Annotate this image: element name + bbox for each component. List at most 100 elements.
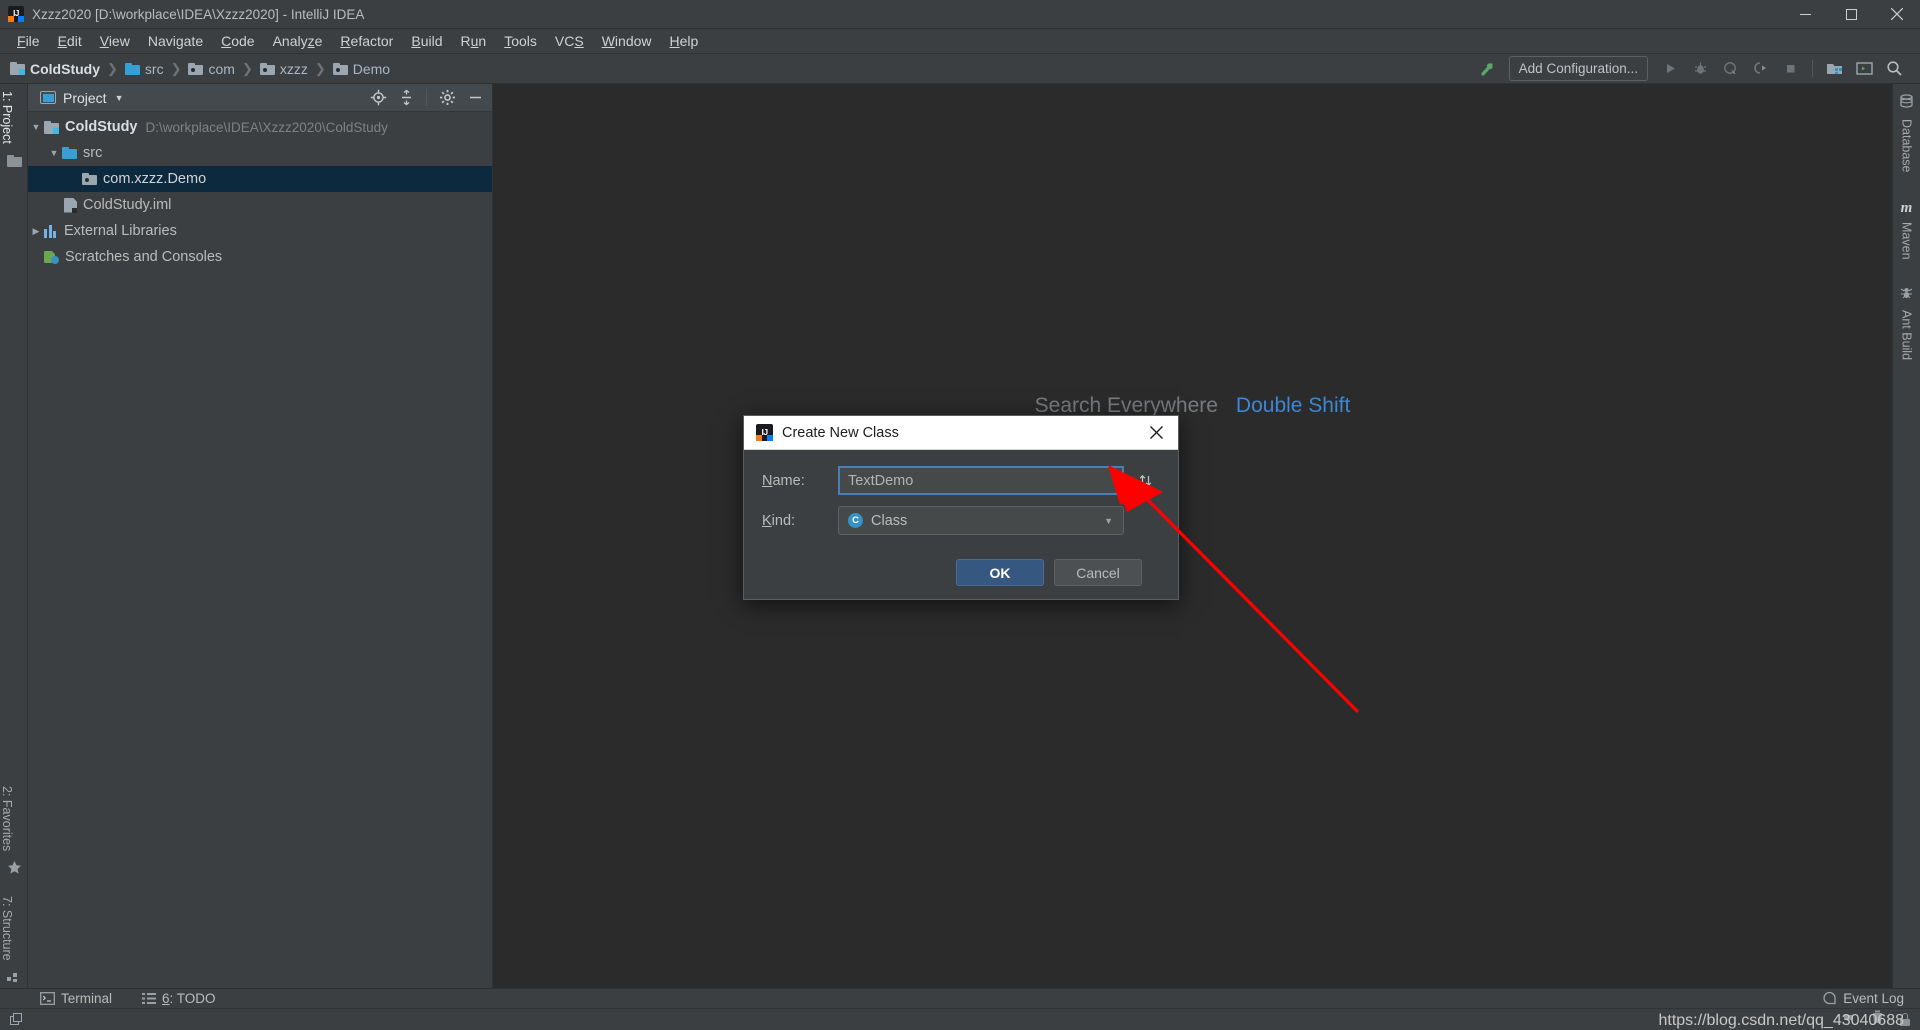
add-configuration-button[interactable]: Add Configuration... — [1508, 56, 1648, 81]
tree-row[interactable]: com.xzzz.Demo — [28, 166, 492, 192]
chevron-right-icon[interactable]: ▶ — [28, 226, 44, 237]
package-folder-icon — [332, 62, 348, 75]
locate-target-icon[interactable] — [365, 85, 391, 111]
left-tool-strip: 1: Project 2: Favorites 7: Structure — [0, 84, 28, 988]
menu-run[interactable]: Run — [452, 31, 496, 51]
scratches-icon — [44, 250, 59, 264]
structure-label: 7: Structure — [0, 896, 14, 961]
hide-panel-icon[interactable] — [462, 85, 488, 111]
close-icon[interactable] — [1134, 416, 1178, 450]
chevron-down-icon[interactable]: ▼ — [115, 93, 124, 103]
window-titlebar: IJ Xzzz2020 [D:\workplace\IDEA\Xzzz2020]… — [0, 0, 1920, 29]
kind-selected-value: Class — [871, 512, 908, 529]
run-with-coverage-icon[interactable] — [1717, 56, 1744, 81]
sidebar-item-maven[interactable]: Maven — [1900, 222, 1914, 260]
menu-analyze[interactable]: Analyze — [264, 31, 332, 51]
navbar-toolbar: Add Configuration... — [1475, 56, 1920, 81]
tree-row[interactable]: Scratches and Consoles — [28, 244, 492, 270]
event-log-button[interactable]: Event Log — [1822, 991, 1920, 1006]
dialog-title: Create New Class — [782, 424, 899, 441]
menu-vcs[interactable]: VCS — [546, 31, 593, 51]
tree-row[interactable]: ▼ src — [28, 140, 492, 166]
tree-item-path-hint: D:\workplace\IDEA\Xzzz2020\ColdStudy — [145, 119, 388, 135]
menu-refactor[interactable]: Refactor — [331, 31, 402, 51]
bottom-item-todo[interactable]: 6: TODO — [142, 991, 216, 1006]
right-tool-strip: Database m Maven Ant Build — [1892, 84, 1920, 988]
intellij-idea-icon: IJ — [756, 424, 773, 441]
breadcrumb-com[interactable]: com — [188, 61, 235, 77]
sidebar-item-favorites[interactable]: 2: Favorites — [0, 779, 14, 858]
profile-icon[interactable] — [1747, 56, 1774, 81]
breadcrumb-demo[interactable]: Demo — [332, 61, 390, 77]
dialog-buttons: OK Cancel — [762, 546, 1160, 586]
sidebar-item-project[interactable]: 1: Project — [0, 84, 14, 151]
status-bar — [0, 1008, 1920, 1030]
build-hammer-icon[interactable] — [1475, 56, 1502, 81]
sidebar-item-ant-build[interactable]: Ant Build — [1900, 310, 1914, 360]
maximize-icon[interactable] — [1828, 0, 1874, 29]
tree-item-label: Scratches and Consoles — [65, 249, 223, 265]
name-field-row: Name: — [762, 466, 1160, 495]
chevron-down-icon[interactable]: ▼ — [28, 122, 44, 132]
project-panel-header: Project ▼ — [28, 84, 492, 112]
editor-background[interactable]: Search Everywhere Double Shift — [493, 84, 1892, 988]
tree-item-label: src — [83, 145, 103, 161]
breadcrumb-xzzz[interactable]: xzzz — [259, 61, 308, 77]
breadcrumb-coldstudy[interactable]: ColdStudy — [10, 61, 100, 77]
bottom-item-terminal[interactable]: Terminal — [40, 991, 112, 1006]
maven-m-icon: m — [1900, 199, 1913, 216]
breadcrumb-separator: ❯ — [314, 60, 326, 76]
collapse-all-icon[interactable] — [393, 85, 419, 111]
todo-list-icon — [142, 993, 157, 1004]
menu-code[interactable]: Code — [212, 31, 263, 51]
settings-gear-icon[interactable] — [434, 85, 460, 111]
sidebar-item-structure[interactable]: 7: Structure — [0, 889, 14, 968]
intellij-idea-icon: IJ — [8, 6, 24, 22]
structure-icon — [0, 968, 28, 984]
event-log-label: Event Log — [1843, 991, 1904, 1006]
menu-build[interactable]: Build — [402, 31, 451, 51]
cancel-button[interactable]: Cancel — [1054, 559, 1142, 586]
tree-row[interactable]: ▼ ColdStudy D:\workplace\IDEA\Xzzz2020\C… — [28, 114, 492, 140]
kind-select[interactable]: C Class ▼ — [838, 506, 1124, 535]
dialog-body: Name: Kind: C Class ▼ OK Cancel — [744, 450, 1178, 586]
name-input[interactable] — [838, 466, 1124, 495]
menu-window[interactable]: Window — [593, 31, 661, 51]
chevron-down-icon[interactable]: ▼ — [1104, 516, 1119, 526]
tree-item-label: ColdStudy — [65, 119, 138, 135]
bottom-tool-strip: Terminal 6: TODO Event Log — [0, 988, 1920, 1008]
terminal-icon[interactable] — [1851, 56, 1878, 81]
menu-file[interactable]: File — [8, 31, 49, 51]
stop-icon[interactable] — [1777, 56, 1804, 81]
package-folder-icon — [82, 173, 97, 185]
menu-navigate[interactable]: Navigate — [139, 31, 212, 51]
left-strip-bottom-group: 2: Favorites 7: Structure — [0, 779, 28, 984]
menu-tools[interactable]: Tools — [495, 31, 546, 51]
watermark-url: https://blog.csdn.net/qq_43040688 — [1658, 1012, 1904, 1029]
close-icon[interactable] — [1874, 0, 1920, 29]
tree-item-label: com.xzzz.Demo — [103, 171, 207, 187]
swap-arrows-icon[interactable] — [1130, 466, 1160, 495]
star-icon — [0, 858, 28, 889]
ok-button[interactable]: OK — [956, 559, 1044, 586]
breadcrumb-separator: ❯ — [107, 60, 118, 76]
search-everywhere-shortcut: Double Shift — [1235, 394, 1351, 417]
menu-view[interactable]: View — [91, 31, 139, 51]
run-icon[interactable] — [1657, 56, 1684, 81]
breadcrumb-src[interactable]: src — [124, 61, 164, 77]
debug-icon[interactable] — [1687, 56, 1714, 81]
window-stack-icon[interactable] — [10, 1013, 23, 1026]
database-icon — [1899, 94, 1914, 114]
name-label: Name: — [762, 472, 805, 489]
tree-row[interactable]: ▶ External Libraries — [28, 218, 492, 244]
sidebar-item-database[interactable]: Database — [1900, 119, 1914, 173]
tree-row[interactable]: ColdStudy.iml — [28, 192, 492, 218]
navigation-bar: ColdStudy ❯ src ❯ com ❯ xzzz ❯ Demo Add … — [0, 54, 1920, 84]
menu-edit[interactable]: Edit — [49, 31, 91, 51]
chevron-down-icon[interactable]: ▼ — [46, 148, 62, 158]
minimize-icon[interactable] — [1782, 0, 1828, 29]
search-icon[interactable] — [1881, 56, 1908, 81]
menu-help[interactable]: Help — [661, 31, 708, 51]
create-new-class-dialog: IJ Create New Class Name: Kind: C Class — [743, 415, 1179, 600]
project-structure-icon[interactable] — [1821, 56, 1848, 81]
